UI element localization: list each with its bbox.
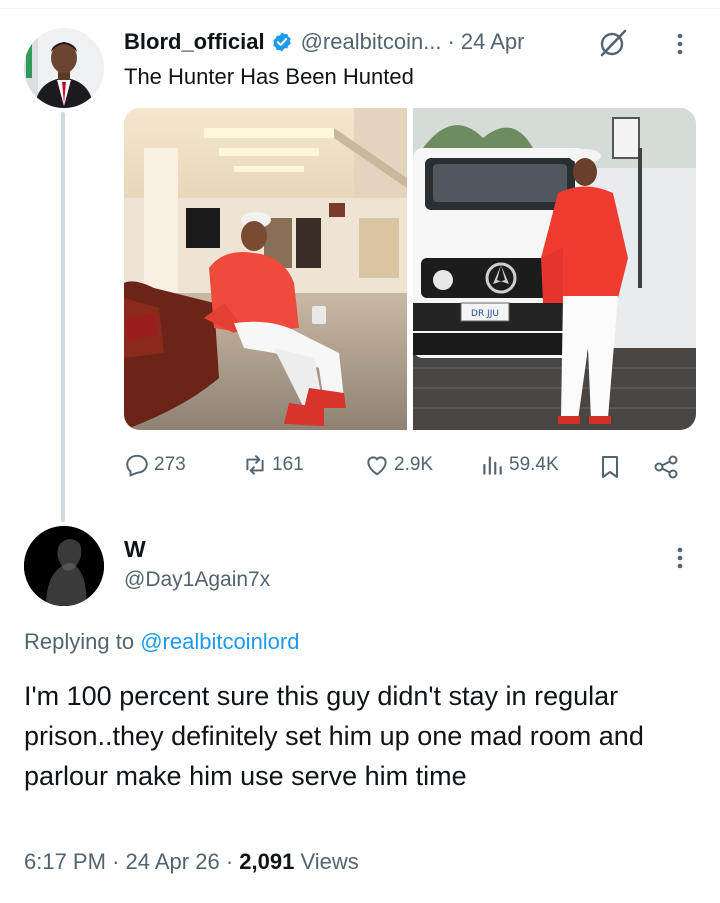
reply-date[interactable]: 24 Apr 26 <box>126 849 220 874</box>
reply-time[interactable]: 6:17 PM <box>24 849 106 874</box>
reply-action[interactable]: 273 <box>124 452 186 478</box>
reply-views-count: 2,091 <box>239 849 295 874</box>
views-count: 59.4K <box>509 454 559 475</box>
reply-display-name[interactable]: W <box>124 536 146 563</box>
repost-icon <box>246 455 264 475</box>
repost-count: 161 <box>272 454 304 475</box>
tweet-actions: 273 161 2.9K 59.4K <box>124 452 684 482</box>
avatar[interactable] <box>24 28 104 108</box>
replying-to: Replying to @realbitcoinlord <box>24 629 299 655</box>
reply-text: I'm 100 percent sure this guy didn't sta… <box>24 681 644 791</box>
separator-dot: · <box>225 849 234 874</box>
grok-icon[interactable] <box>597 27 629 59</box>
car-photo: DR JJU <box>413 108 696 430</box>
more-options-icon[interactable] <box>668 544 692 572</box>
thread-connector-line <box>61 112 65 522</box>
reply-icon <box>126 454 148 477</box>
handle[interactable]: @realbitcoin... <box>301 29 442 55</box>
bookmark-icon[interactable] <box>598 454 622 480</box>
replying-to-mention[interactable]: @realbitcoinlord <box>140 629 299 654</box>
like-action[interactable]: 2.9K <box>364 452 433 478</box>
more-options-icon[interactable] <box>668 30 692 58</box>
reply-views-label: Views <box>300 849 359 874</box>
avatar-portrait <box>24 28 104 108</box>
replying-prefix: Replying to <box>24 629 141 654</box>
media-image-car[interactable]: DR JJU <box>413 108 696 430</box>
timestamp[interactable]: 24 Apr <box>461 29 525 55</box>
top-divider <box>0 8 720 9</box>
tweet-text: The Hunter Has Been Hunted <box>124 64 414 89</box>
display-name[interactable]: Blord_official <box>124 29 265 55</box>
avatar[interactable] <box>24 526 104 606</box>
tweet-header: Blord_official @realbitcoin... · 24 Apr <box>124 26 524 58</box>
analytics-icon <box>483 456 502 475</box>
views-action[interactable]: 59.4K <box>479 452 559 478</box>
media-image-living-room[interactable] <box>124 108 407 430</box>
avatar-silhouette <box>24 526 104 606</box>
reply-handle[interactable]: @Day1Again7x <box>124 568 270 592</box>
verified-badge-icon <box>272 32 291 52</box>
license-plate: DR JJU <box>471 309 499 319</box>
reply-count: 273 <box>154 454 186 475</box>
share-icon[interactable] <box>652 453 680 481</box>
repost-action[interactable]: 161 <box>242 452 304 478</box>
reply-meta: 6:17 PM · 24 Apr 26 · 2,091 Views <box>24 849 359 875</box>
living-room-photo <box>124 108 407 430</box>
tweet-media[interactable]: DR JJU <box>124 108 696 430</box>
separator-dot: · <box>447 29 455 54</box>
separator-dot: · <box>112 849 120 874</box>
like-count: 2.9K <box>394 454 434 475</box>
heart-icon <box>367 456 387 476</box>
